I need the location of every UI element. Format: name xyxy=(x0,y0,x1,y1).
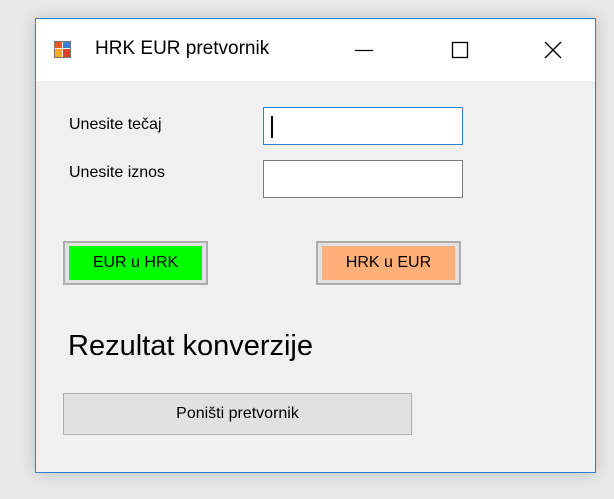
text-caret xyxy=(271,116,273,138)
close-button[interactable] xyxy=(531,29,575,71)
maximize-button[interactable] xyxy=(438,29,482,71)
amount-input[interactable] xyxy=(263,160,463,198)
maximize-icon xyxy=(451,41,469,59)
amount-label: Unesite iznos xyxy=(69,164,166,181)
hrk-to-eur-button[interactable]: HRK u EUR xyxy=(316,241,461,285)
app-window: HRK EUR pretvornik Unesite tečaj Unesite… xyxy=(35,18,596,473)
rate-label: Unesite tečaj xyxy=(69,116,162,133)
reset-button[interactable]: Poništi pretvornik xyxy=(63,393,412,435)
conversion-result: Rezultat konverzije xyxy=(68,330,313,362)
winforms-app-icon xyxy=(54,41,71,58)
rate-input[interactable] xyxy=(263,107,463,145)
hrk-to-eur-label: HRK u EUR xyxy=(322,246,455,280)
eur-to-hrk-label: EUR u HRK xyxy=(69,246,202,280)
close-icon xyxy=(544,41,562,59)
reset-button-label: Poništi pretvornik xyxy=(176,405,299,422)
minimize-icon xyxy=(355,49,373,52)
title-bar[interactable]: HRK EUR pretvornik xyxy=(36,19,595,81)
minimize-button[interactable] xyxy=(342,29,386,71)
window-title: HRK EUR pretvornik xyxy=(95,38,270,59)
eur-to-hrk-button[interactable]: EUR u HRK xyxy=(63,241,208,285)
